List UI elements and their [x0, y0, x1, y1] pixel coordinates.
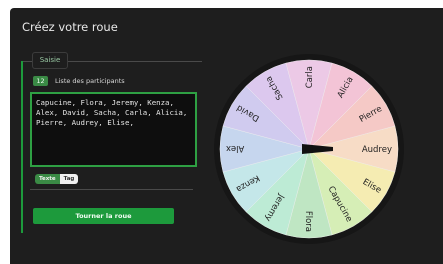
section-tab-saisie[interactable]: Saisie — [32, 52, 68, 69]
participant-count-badge: 12 — [33, 76, 48, 86]
page-title: Créez votre roue — [22, 20, 118, 34]
mode-toggle: Texte Tag — [35, 174, 79, 184]
wheel-segment-label: Flora — [303, 211, 313, 232]
toggle-text-button[interactable]: Texte — [35, 174, 60, 184]
wheel-segment-label: Audrey — [362, 145, 392, 155]
section-divider — [23, 61, 32, 62]
divider — [30, 189, 193, 190]
section-divider — [67, 61, 202, 62]
wheel-segment-label: Alex — [226, 143, 244, 153]
section-accent-line — [21, 61, 23, 233]
wheel-segment-label: Carla — [305, 66, 315, 88]
participants-textarea[interactable]: Capucine, Flora, Jeremy, Kenza, Alex, Da… — [30, 92, 197, 167]
wheel-hub — [305, 145, 313, 153]
participant-list-label: Liste des participants — [55, 77, 125, 85]
app-window: Créez votre roue Saisie 12 Liste des par… — [10, 8, 443, 264]
toggle-tag-button[interactable]: Tag — [59, 174, 79, 184]
prize-wheel[interactable]: AudreyEliseCapucineFloraJeremyKenzaAlexD… — [213, 53, 405, 245]
spin-wheel-button[interactable]: Tourner la roue — [33, 208, 174, 224]
